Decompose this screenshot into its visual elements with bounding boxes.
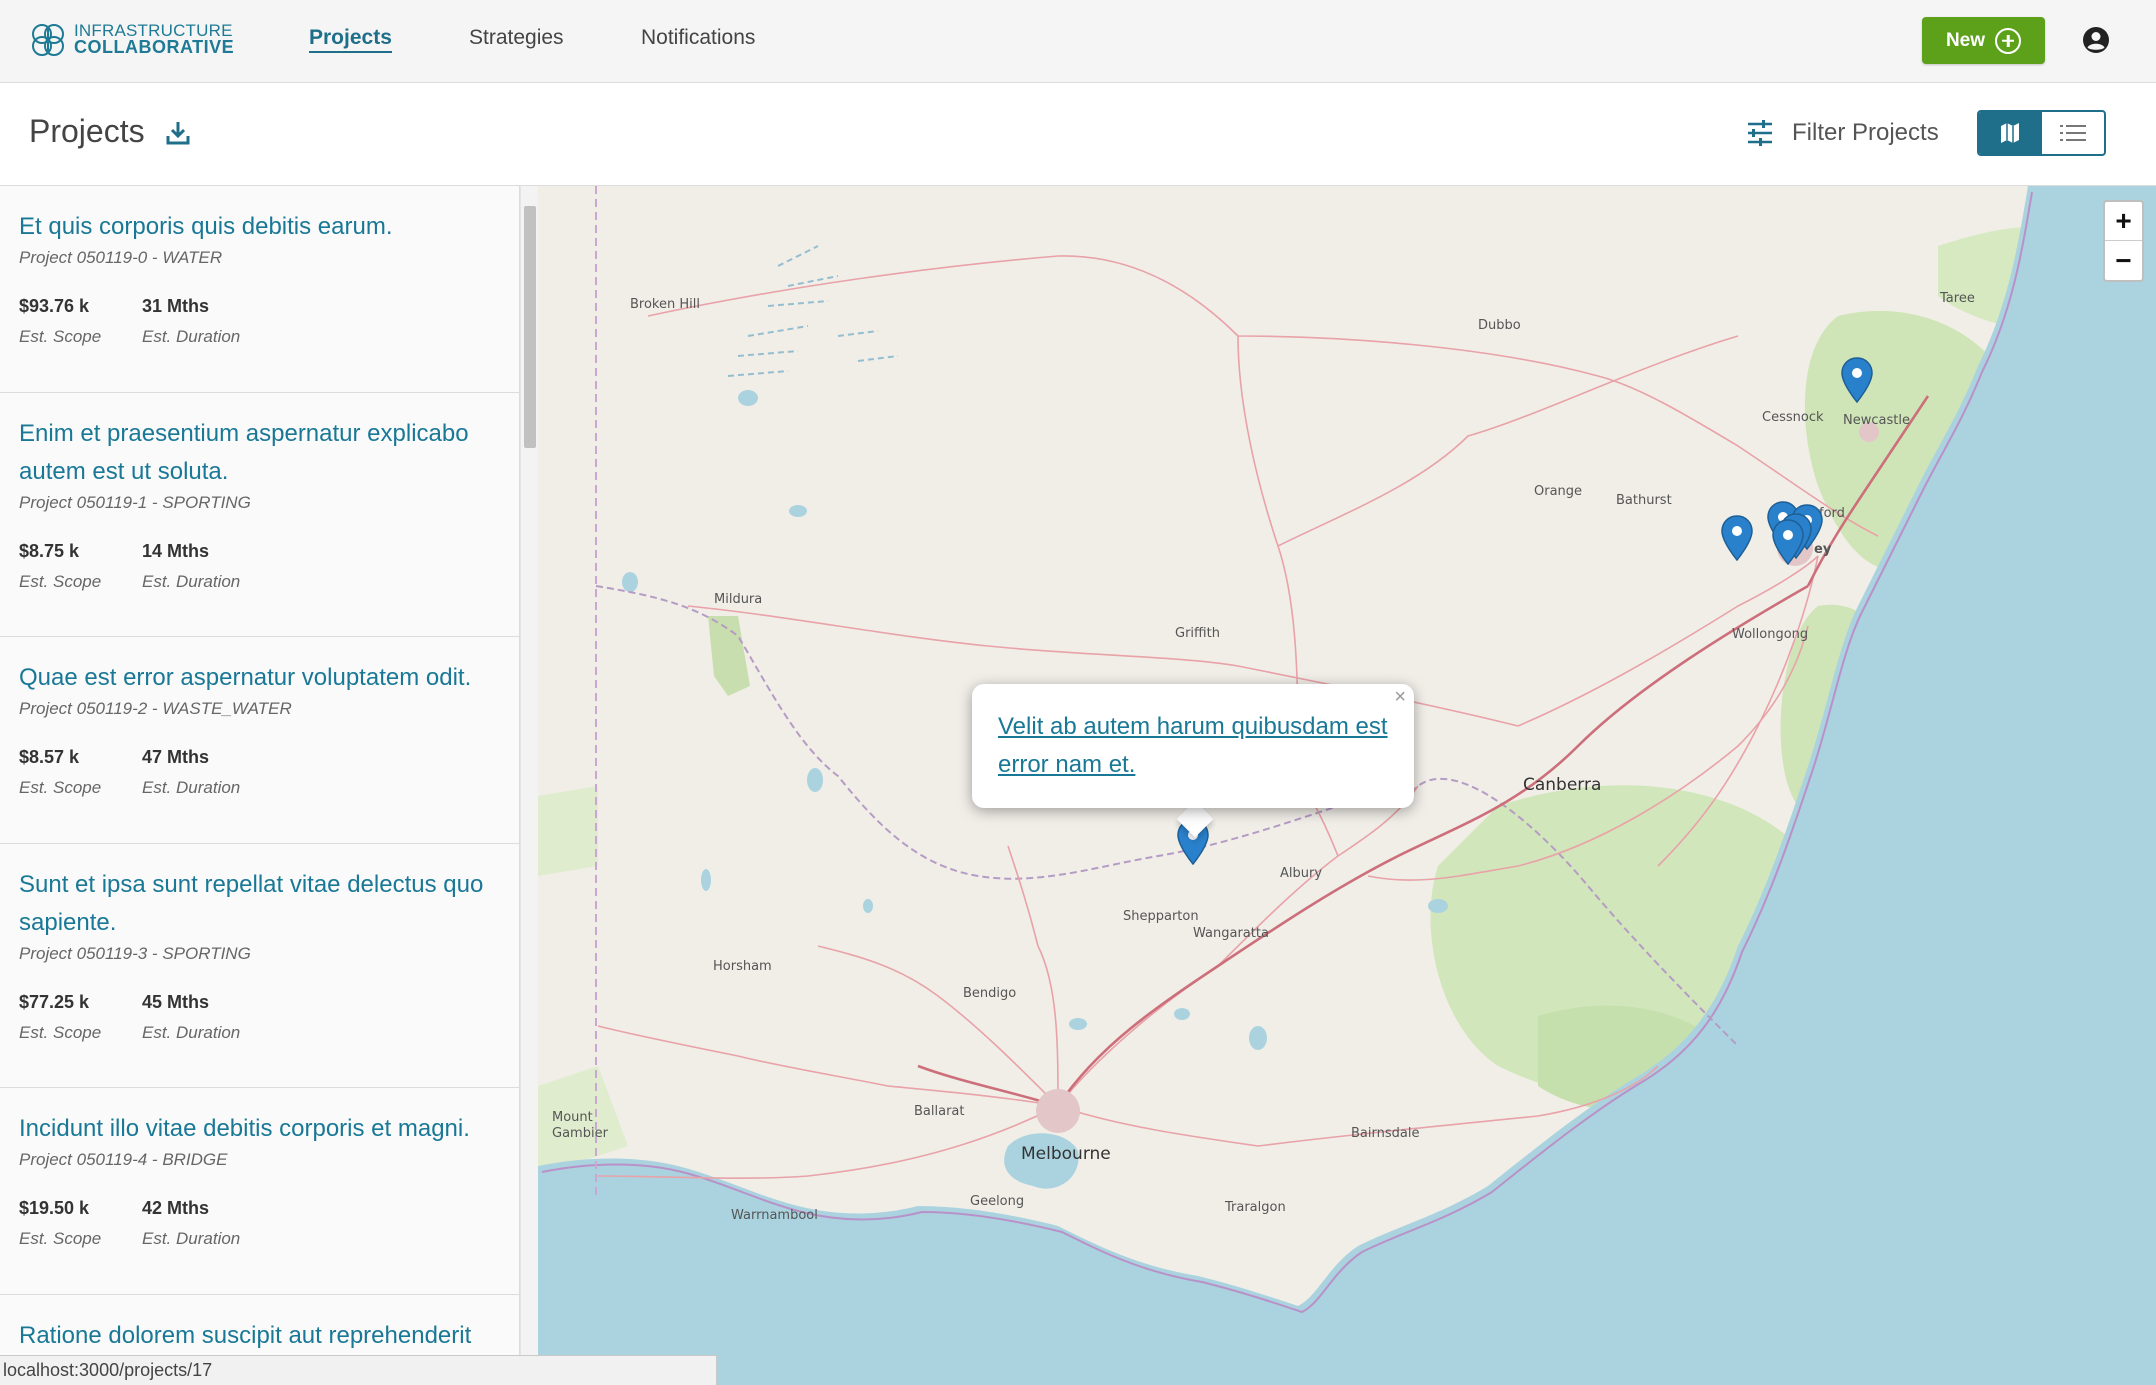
- project-title[interactable]: Quae est error aspernatur voluptatem odi…: [19, 659, 501, 697]
- scope-value: $8.75 k: [19, 541, 80, 561]
- duration-label: Est. Duration: [142, 778, 241, 797]
- city-label: Cessnock: [1762, 410, 1824, 425]
- view-toggle: [1977, 110, 2106, 156]
- city-label: Newcastle: [1843, 413, 1910, 428]
- logo-icon: [32, 24, 64, 56]
- project-subtitle: Project 050119-2 - WASTE_WATER: [19, 699, 292, 718]
- project-subtitle: Project 050119-0 - WATER: [19, 248, 223, 267]
- scope-value: $93.76 k: [19, 296, 90, 316]
- zoom-out-button[interactable]: −: [2105, 241, 2142, 280]
- list-view-button[interactable]: [2042, 112, 2105, 154]
- duration-value: 31 Mths: [142, 296, 210, 316]
- scope-label: Est. Scope: [19, 1229, 102, 1248]
- duration-label: Est. Duration: [142, 572, 241, 591]
- duration-value: 14 Mths: [142, 541, 210, 561]
- city-label: Griffith: [1175, 626, 1220, 641]
- scope-value: $19.50 k: [19, 1198, 90, 1218]
- duration-value: 45 Mths: [142, 992, 210, 1012]
- scope-value: $77.25 k: [19, 992, 90, 1012]
- city-label: Shepparton: [1123, 909, 1199, 924]
- zoom-control: + −: [2103, 200, 2144, 282]
- list-scrollbar[interactable]: [520, 186, 538, 1385]
- account-icon[interactable]: [2082, 26, 2110, 54]
- nav-strategies[interactable]: Strategies: [469, 26, 564, 50]
- project-title[interactable]: Et quis corporis quis debitis earum.: [19, 208, 501, 246]
- project-title[interactable]: Incidunt illo vitae debitis corporis et …: [19, 1110, 501, 1148]
- city-label: Albury: [1280, 866, 1323, 881]
- new-button-label: New: [1945, 29, 1986, 51]
- map-marker-icon[interactable]: [1720, 514, 1754, 562]
- city-label: Geelong: [970, 1194, 1025, 1209]
- project-subtitle: Project 050119-4 - BRIDGE: [19, 1150, 228, 1169]
- scrollbar-thumb[interactable]: [524, 206, 536, 448]
- city-label: Horsham: [713, 959, 772, 974]
- city-label: Dubbo: [1478, 318, 1521, 333]
- logo-line-2: COLLABORATIVE: [74, 37, 235, 57]
- nav-projects[interactable]: Projects: [309, 26, 392, 53]
- top-navbar: INFRASTRUCTURE COLLABORATIVE Projects St…: [0, 0, 2156, 83]
- tune-icon: [1748, 120, 1772, 146]
- project-card[interactable]: Sunt et ipsa sunt repellat vitae delectu…: [0, 844, 519, 1088]
- popup-project-link[interactable]: Velit ab autem harum quibusdam est error…: [998, 708, 1388, 784]
- project-title[interactable]: Sunt et ipsa sunt repellat vitae delectu…: [19, 866, 501, 942]
- page-title: Projects: [29, 113, 145, 149]
- city-label: Traralgon: [1225, 1200, 1286, 1215]
- scope-label: Est. Scope: [19, 572, 102, 591]
- duration-value: 42 Mths: [142, 1198, 210, 1218]
- duration-label: Est. Duration: [142, 1229, 241, 1248]
- logo[interactable]: INFRASTRUCTURE COLLABORATIVE: [28, 20, 238, 60]
- city-label: Ballarat: [914, 1104, 965, 1119]
- new-button[interactable]: New: [1922, 17, 2045, 64]
- city-label: Wangaratta: [1193, 926, 1269, 941]
- duration-label: Est. Duration: [142, 1023, 241, 1042]
- city-label: Mount Gambier: [552, 1110, 608, 1141]
- project-card[interactable]: Et quis corporis quis debitis earum. Pro…: [0, 186, 519, 393]
- project-title[interactable]: Enim et praesentium aspernatur explicabo…: [19, 415, 501, 491]
- list-icon: [2059, 125, 2086, 141]
- zoom-in-button[interactable]: +: [2105, 202, 2142, 241]
- city-label: Melbourne: [1021, 1144, 1111, 1164]
- scope-label: Est. Scope: [19, 1023, 102, 1042]
- project-card[interactable]: Enim et praesentium aspernatur explicabo…: [0, 393, 519, 637]
- map-marker-icon[interactable]: [1771, 518, 1805, 566]
- city-label: Bendigo: [963, 986, 1017, 1001]
- map-marker-icon[interactable]: [1840, 356, 1874, 404]
- map-popup: × Velit ab autem harum quibusdam est err…: [972, 684, 1414, 808]
- nav-notifications[interactable]: Notifications: [641, 26, 755, 50]
- duration-value: 47 Mths: [142, 747, 210, 767]
- filter-projects-label: Filter Projects: [1792, 119, 1939, 146]
- city-label: Taree: [1940, 291, 1975, 306]
- city-label: Wollongong: [1732, 627, 1809, 642]
- duration-label: Est. Duration: [142, 327, 241, 346]
- city-label: Bathurst: [1616, 493, 1672, 508]
- city-label: Orange: [1534, 484, 1583, 499]
- map-view-button[interactable]: [1979, 112, 2042, 154]
- project-card[interactable]: Quae est error aspernatur voluptatem odi…: [0, 637, 519, 844]
- city-label: Warrnambool: [731, 1208, 818, 1223]
- scope-value: $8.57 k: [19, 747, 80, 767]
- project-card[interactable]: Incidunt illo vitae debitis corporis et …: [0, 1088, 519, 1295]
- popup-close-button[interactable]: ×: [1394, 686, 1406, 709]
- add-circle-icon: [1995, 27, 2022, 54]
- project-subtitle: Project 050119-3 - SPORTING: [19, 944, 251, 963]
- scope-label: Est. Scope: [19, 778, 102, 797]
- city-label: Broken Hill: [630, 297, 700, 312]
- project-title[interactable]: Ratione dolorem suscipit aut reprehender…: [19, 1317, 501, 1355]
- city-label: Mildura: [714, 592, 763, 607]
- city-label: Bairnsdale: [1351, 1126, 1420, 1141]
- scope-label: Est. Scope: [19, 327, 102, 346]
- status-url: localhost:3000/projects/17: [0, 1355, 717, 1385]
- map-icon: [2001, 123, 2020, 143]
- filter-projects-button[interactable]: Filter Projects: [1746, 119, 1939, 147]
- city-label: Canberra: [1523, 775, 1602, 795]
- download-icon[interactable]: [164, 119, 192, 147]
- project-list[interactable]: Et quis corporis quis debitis earum. Pro…: [0, 186, 520, 1385]
- projects-header: Projects Filter Projects: [0, 83, 2156, 186]
- project-subtitle: Project 050119-1 - SPORTING: [19, 493, 251, 512]
